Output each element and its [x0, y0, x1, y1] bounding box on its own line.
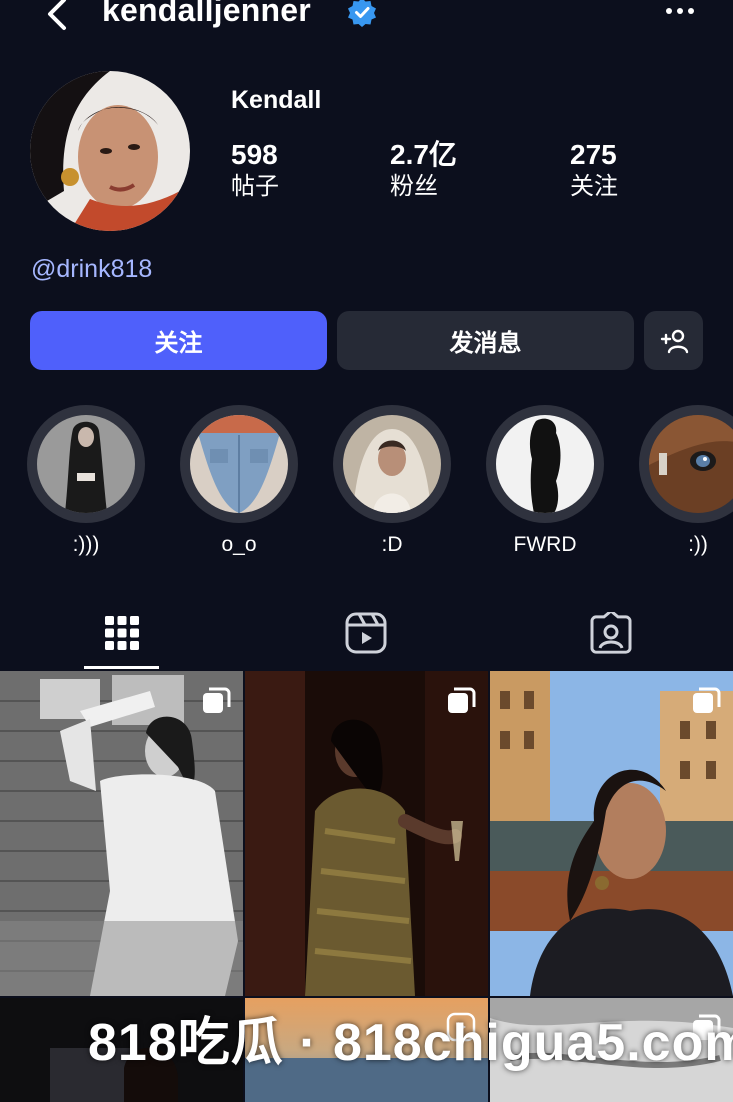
- tab-tagged[interactable]: [489, 596, 733, 670]
- post-1-image: [0, 671, 243, 996]
- grid-icon: [105, 616, 139, 650]
- highlight-4-label: FWRD: [513, 533, 577, 556]
- stat-followers-count: 2.7亿: [390, 139, 457, 170]
- post-2-image: [245, 671, 488, 996]
- highlight-3-cover: [343, 415, 441, 513]
- back-button[interactable]: [40, 0, 74, 34]
- highlight-3-label: :D: [381, 533, 403, 556]
- highlight-2-label: o_o: [221, 533, 257, 556]
- stat-posts-count: 598: [231, 139, 278, 170]
- highlight-5-cover: [649, 415, 733, 513]
- stat-following-count: 275: [570, 139, 617, 170]
- bio-mention-link[interactable]: @drink818: [31, 255, 152, 284]
- post-tile-1[interactable]: [0, 671, 243, 996]
- stat-posts-label: 帖子: [231, 173, 279, 200]
- active-tab-indicator: [84, 666, 159, 669]
- stat-followers-label: 粉丝: [390, 173, 438, 200]
- suggest-people-button[interactable]: [644, 311, 703, 370]
- follow-button[interactable]: 关注: [30, 311, 327, 370]
- display-name: Kendall: [231, 86, 322, 114]
- reels-icon: [345, 612, 387, 654]
- story-highlight-3[interactable]: :D: [333, 405, 451, 557]
- multiple-images-icon: [448, 687, 476, 713]
- highlight-1-cover: [37, 415, 135, 513]
- verified-badge-icon: [348, 0, 376, 27]
- stat-following-label: 关注: [570, 173, 618, 200]
- top-bar: kendalljenner: [0, 0, 733, 40]
- profile-tabs: [0, 596, 733, 670]
- highlight-5-label: :)): [688, 533, 708, 556]
- story-highlight-1[interactable]: :))): [27, 405, 145, 557]
- highlight-2-cover: [190, 415, 288, 513]
- post-3-image: [490, 671, 733, 996]
- profile-username: kendalljenner: [102, 0, 311, 28]
- post-tile-3[interactable]: [490, 671, 733, 996]
- add-person-icon: [660, 329, 688, 353]
- tab-posts[interactable]: [0, 596, 244, 670]
- multiple-images-icon: [203, 687, 231, 713]
- avatar-photo: [30, 71, 190, 231]
- profile-avatar[interactable]: [30, 71, 190, 231]
- more-horizontal-icon: [666, 8, 694, 14]
- more-options-button[interactable]: [664, 0, 698, 24]
- stat-posts[interactable]: 598 帖子: [231, 138, 279, 202]
- post-tile-2[interactable]: [245, 671, 488, 996]
- story-highlight-5[interactable]: :)): [639, 405, 733, 557]
- tagged-icon: [590, 612, 632, 654]
- watermark-text: 818吃瓜 · 818chigua5.com: [88, 1014, 733, 1072]
- story-highlight-4[interactable]: FWRD: [486, 405, 604, 557]
- multiple-images-icon: [693, 687, 721, 713]
- chevron-left-icon: [48, 0, 66, 30]
- stat-following[interactable]: 275 关注: [570, 138, 618, 202]
- story-highlight-2[interactable]: o_o: [180, 405, 298, 557]
- message-button[interactable]: 发消息: [337, 311, 634, 370]
- tab-reels[interactable]: [244, 596, 488, 670]
- highlight-1-label: :))): [72, 533, 100, 556]
- highlight-4-cover: [496, 415, 594, 513]
- stat-followers[interactable]: 2.7亿 粉丝: [390, 138, 457, 202]
